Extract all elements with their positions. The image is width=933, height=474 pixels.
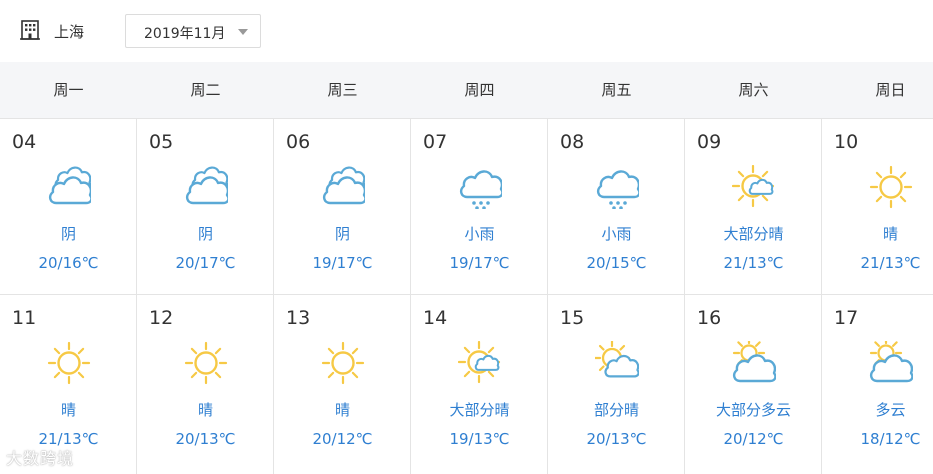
day-cell[interactable]: 17 多云 18/12℃ <box>822 295 933 470</box>
day-cell[interactable]: 10 晴 21/13℃ <box>822 119 933 294</box>
weather-condition: 大部分多云 <box>715 401 791 419</box>
weekday-label-thu: 周四 <box>464 81 495 99</box>
day-date: 07 <box>423 131 448 153</box>
day-date: 13 <box>286 307 311 329</box>
day-date: 06 <box>286 131 311 153</box>
weekday-label-wed: 周三 <box>327 81 358 99</box>
month-select-value: 2019年11月 <box>144 26 226 42</box>
day-cell[interactable]: 05 阴 20/17℃ <box>137 119 274 294</box>
mostly-sunny-icon <box>732 165 775 208</box>
day-cell[interactable]: 16 大部分多云 20/12℃ <box>685 295 822 470</box>
day-date: 08 <box>560 131 585 153</box>
weather-condition: 小雨 <box>601 225 632 243</box>
day-cell[interactable]: 12 晴 20/13℃ <box>137 295 274 470</box>
cloudy-icon <box>185 166 228 205</box>
sunny-icon <box>869 165 913 209</box>
weather-condition: 晴 <box>334 401 350 419</box>
weather-condition: 阴 <box>197 225 213 243</box>
weekday-label-sun: 周日 <box>875 81 906 99</box>
mostly-cloudy-icon <box>732 341 776 383</box>
weekday-label-mon: 周一 <box>53 81 84 99</box>
temperature-range: 20/13℃ <box>175 430 236 448</box>
cloudy-icon <box>48 166 91 205</box>
weather-condition: 阴 <box>60 225 76 243</box>
partly-sunny-icon <box>595 341 639 378</box>
temperature-range: 18/12℃ <box>860 430 921 448</box>
building-icon <box>20 20 40 40</box>
day-cell[interactable]: 06 阴 19/17℃ <box>274 119 411 294</box>
temperature-range: 21/13℃ <box>860 254 921 272</box>
city-name: 上海 <box>54 23 85 41</box>
cloudy-icon <box>322 166 365 205</box>
sunny-icon <box>184 341 228 385</box>
day-cell[interactable]: 04 阴 20/16℃ <box>0 119 137 294</box>
mostly-sunny-icon <box>458 341 501 384</box>
temperature-range: 20/12℃ <box>723 430 784 448</box>
top-bar: 上海 2019年11月 <box>0 0 933 62</box>
weather-condition: 晴 <box>882 225 898 243</box>
temperature-range: 19/17℃ <box>312 254 373 272</box>
day-cell[interactable]: 08 小雨 20/15℃ <box>548 119 685 294</box>
weather-condition: 部分晴 <box>593 401 639 419</box>
sunny-icon <box>321 341 365 385</box>
light-rain-icon <box>596 170 639 209</box>
watermark: 大数跨境 <box>6 449 75 468</box>
day-date: 09 <box>697 131 722 153</box>
temperature-range: 20/12℃ <box>312 430 373 448</box>
light-rain-icon <box>459 170 502 209</box>
day-date: 12 <box>149 307 174 329</box>
weather-condition: 大部分晴 <box>723 225 784 243</box>
day-cell[interactable]: 11 晴 21/13℃ <box>0 295 137 470</box>
weekday-header: 周一 周二 周三 周四 周五 周六 周日 <box>0 62 933 118</box>
day-cell[interactable]: 09 大部分晴 21/13℃ <box>685 119 822 294</box>
day-date: 17 <box>834 307 859 329</box>
weather-condition: 大部分晴 <box>449 401 510 419</box>
day-date: 11 <box>12 307 37 329</box>
temperature-range: 20/15℃ <box>586 254 647 272</box>
weather-condition: 小雨 <box>464 225 495 243</box>
day-date: 15 <box>560 307 585 329</box>
calendar-grid: 04 阴 20/16℃ 05 阴 20/17℃ 06 阴 19/17℃ 07 小雨 19/17℃ 08 小… <box>0 118 933 474</box>
weekday-label-fri: 周五 <box>601 81 632 99</box>
temperature-range: 20/16℃ <box>38 254 99 272</box>
cloudy-sun-icon <box>869 341 913 383</box>
weather-condition: 晴 <box>60 401 76 419</box>
day-date: 14 <box>423 307 448 329</box>
month-select[interactable]: 2019年11月 <box>125 14 261 48</box>
weekday-label-tue: 周二 <box>190 81 221 99</box>
day-cell[interactable]: 13 晴 20/12℃ <box>274 295 411 470</box>
weekday-label-sat: 周六 <box>738 81 769 99</box>
temperature-range: 19/13℃ <box>449 430 510 448</box>
day-date: 10 <box>834 131 859 153</box>
temperature-range: 20/13℃ <box>586 430 647 448</box>
chevron-down-icon <box>238 29 248 35</box>
day-date: 16 <box>697 307 722 329</box>
weather-condition: 多云 <box>875 401 906 419</box>
temperature-range: 19/17℃ <box>449 254 510 272</box>
sunny-icon <box>47 341 91 385</box>
temperature-range: 20/17℃ <box>175 254 236 272</box>
day-date: 04 <box>12 131 37 153</box>
day-cell[interactable]: 07 小雨 19/17℃ <box>411 119 548 294</box>
weather-condition: 阴 <box>334 225 350 243</box>
weather-condition: 晴 <box>197 401 213 419</box>
day-cell[interactable]: 15 部分晴 20/13℃ <box>548 295 685 470</box>
day-cell[interactable]: 14 大部分晴 19/13℃ <box>411 295 548 470</box>
day-date: 05 <box>149 131 174 153</box>
temperature-range: 21/13℃ <box>723 254 784 272</box>
